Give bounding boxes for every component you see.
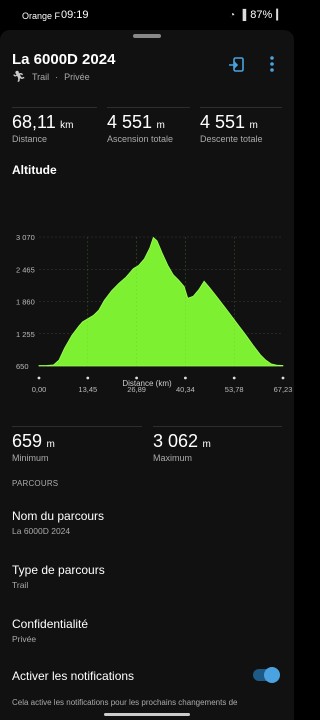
stat-unit: m [202, 439, 211, 450]
chart-x-axis-label: Distance (km) [122, 379, 172, 388]
course-title: La 6000D 2024 [12, 51, 116, 68]
stat-divider [107, 107, 190, 108]
notifications-description: Cela active les notifications pour les p… [12, 698, 238, 707]
stat-value: 3 062 [153, 431, 199, 451]
stat-altitude-maximum: 3 062 m Maximum [153, 431, 211, 463]
stat-altitude-minimum: 659 m Minimum [12, 431, 55, 463]
signal-icon: ▐ [239, 9, 247, 21]
stat-distance: 68,11 km Distance [12, 112, 74, 144]
sheet-drag-handle[interactable] [133, 34, 161, 38]
status-bar: Orange F 09:19 ◔ ▐ 87% ▎ [0, 0, 294, 32]
stat-unit: km [60, 120, 74, 131]
stat-unit: m [46, 439, 55, 450]
more-options-icon[interactable] [264, 54, 280, 74]
gesture-nav-bar[interactable] [104, 713, 190, 716]
stat-divider [200, 107, 282, 108]
row-title: Type de parcours [12, 563, 105, 577]
stat-label: Minimum [12, 453, 49, 463]
stat-unit: m [249, 120, 258, 131]
stat-value: 4 551 [200, 112, 246, 132]
altitude-section-title: Altitude [12, 163, 57, 177]
route-section-header: PARCOURS [12, 479, 59, 488]
stat-value: 68,11 [12, 112, 56, 132]
privacy-row[interactable]: Confidentialité Privée [0, 608, 294, 662]
stat-divider [12, 426, 142, 427]
stat-label: Maximum [153, 453, 193, 463]
stat-label: Ascension totale [107, 134, 174, 144]
subtitle-separator: · [55, 71, 59, 82]
y-tick-label: 3 070 [16, 233, 35, 242]
wifi-icon: ◔ [229, 9, 236, 21]
row-value: La 6000D 2024 [12, 526, 71, 536]
notifications-row[interactable]: Activer les notifications [0, 662, 294, 688]
toggle-knob [264, 667, 280, 683]
course-subtitle: 🏃︎ Trail · Privée [12, 70, 90, 83]
stat-total-ascent: 4 551 m Ascension totale [107, 112, 173, 144]
clock: 09:19 [61, 9, 89, 21]
y-tick-label: 2 465 [16, 265, 35, 274]
altitude-chart[interactable]: 3 0702 4651 8601 2556500,00 13,45 26,89 40,… [0, 220, 294, 400]
stat-total-descent: 4 551 m Descente totale [200, 112, 263, 144]
y-tick-label: 1 860 [16, 298, 35, 307]
row-value: Privée [12, 634, 37, 644]
carrier-name: Orange F [22, 11, 61, 21]
battery-percent: 87% [250, 9, 273, 21]
y-tick-label: 650 [16, 362, 29, 371]
row-value: Trail [12, 580, 29, 590]
route-name-row[interactable]: Nom du parcours La 6000D 2024 [0, 500, 294, 554]
stat-value: 659 [12, 431, 43, 451]
course-details-sheet: La 6000D 2024 🏃︎ Trail · Privée 68,11 km… [0, 30, 294, 720]
status-icons: ◔ ▐ 87% ▎ [229, 9, 284, 21]
row-title: Nom du parcours [12, 509, 105, 523]
stat-value: 4 551 [107, 112, 153, 132]
stat-label: Distance [12, 134, 48, 144]
route-type-row[interactable]: Type de parcours Trail [0, 554, 294, 608]
stat-unit: m [156, 120, 165, 131]
row-title: Activer les notifications [12, 669, 135, 683]
stat-label: Descente totale [200, 134, 263, 144]
battery-icon: ▎ [276, 9, 284, 21]
stat-divider [12, 107, 97, 108]
runner-icon: 🏃︎ [12, 71, 26, 83]
course-privacy: Privée [64, 71, 90, 82]
row-title: Confidentialité [12, 617, 89, 631]
stat-divider [153, 426, 282, 427]
notifications-toggle[interactable] [253, 667, 280, 683]
y-tick-label: 1 255 [16, 330, 35, 339]
send-to-device-icon[interactable] [228, 54, 248, 74]
course-type: Trail [31, 71, 50, 82]
